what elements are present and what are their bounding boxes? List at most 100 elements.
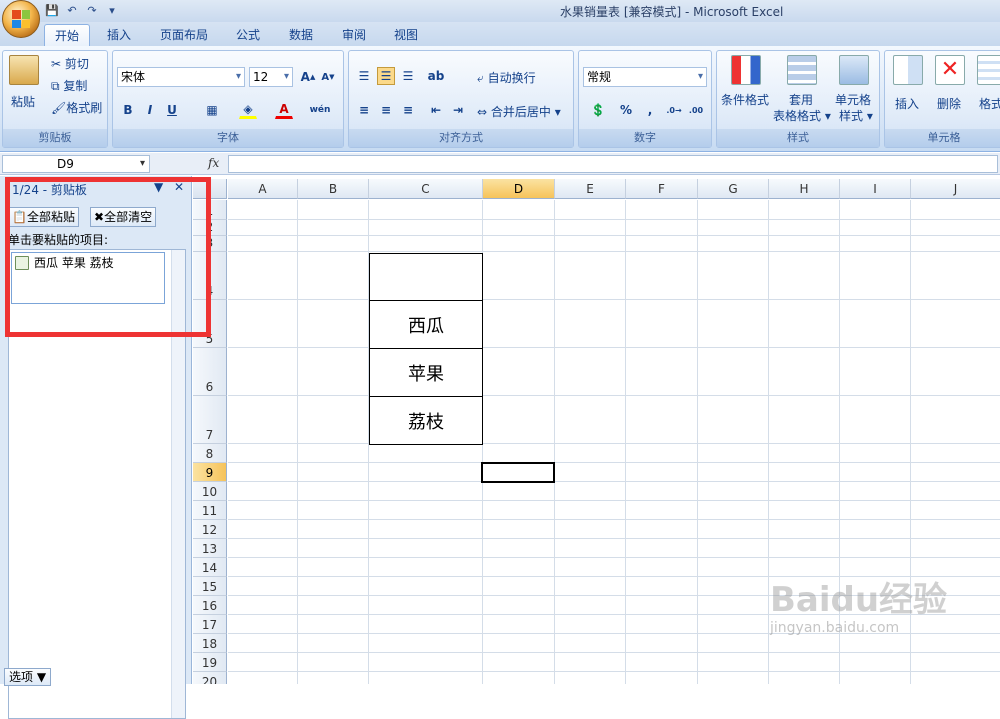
- column-header-E[interactable]: E: [555, 179, 626, 199]
- column-header-H[interactable]: H: [769, 179, 840, 199]
- tab-insert[interactable]: 插入: [97, 24, 141, 46]
- task-pane-scrollbar[interactable]: [171, 250, 185, 718]
- clear-all-button[interactable]: ✖全部清空: [90, 207, 157, 227]
- close-icon[interactable]: ✕: [174, 180, 184, 194]
- row-header-4[interactable]: 4: [193, 252, 227, 300]
- cell-styles-label-1[interactable]: 单元格: [835, 91, 871, 108]
- office-button[interactable]: [2, 0, 40, 38]
- align-right-icon[interactable]: ≡: [399, 101, 417, 119]
- grow-font-icon[interactable]: A ▲: [299, 68, 317, 86]
- cut-button[interactable]: ✂ 剪切: [51, 55, 89, 72]
- cell-styles-icon[interactable]: [839, 55, 869, 85]
- cell-C4[interactable]: [369, 253, 483, 301]
- table-format-label-1[interactable]: 套用: [789, 91, 813, 108]
- column-header-A[interactable]: A: [228, 179, 298, 199]
- paste-button[interactable]: 粘贴: [11, 93, 35, 110]
- column-header-C[interactable]: C: [369, 179, 483, 199]
- row-header-11[interactable]: 11: [193, 501, 227, 520]
- row-header-1[interactable]: 1: [193, 200, 227, 220]
- align-center-icon[interactable]: ≡: [377, 101, 395, 119]
- phonetic-icon[interactable]: wén: [310, 101, 331, 119]
- align-middle-icon[interactable]: ☰: [377, 67, 395, 85]
- save-icon[interactable]: 💾: [44, 4, 60, 18]
- copy-button[interactable]: ⧉ 复制: [51, 77, 87, 94]
- comma-button[interactable]: ,: [641, 101, 659, 119]
- name-box[interactable]: D9: [2, 155, 150, 173]
- cell-C5[interactable]: 西瓜: [369, 300, 483, 349]
- active-cell-D9[interactable]: [481, 462, 555, 483]
- cell-C6[interactable]: 苹果: [369, 348, 483, 397]
- orientation-icon[interactable]: ab: [427, 67, 445, 85]
- format-cells-icon[interactable]: [977, 55, 1000, 85]
- cell-styles-button[interactable]: 样式 ▾: [839, 107, 873, 124]
- font-color-icon[interactable]: A: [275, 101, 293, 119]
- tab-view[interactable]: 视图: [384, 24, 428, 46]
- italic-button[interactable]: I: [141, 101, 159, 119]
- tab-data[interactable]: 数据: [279, 24, 323, 46]
- number-format-select[interactable]: 常规: [583, 67, 707, 87]
- delete-cells-icon[interactable]: ✕: [935, 55, 965, 85]
- row-header-14[interactable]: 14: [193, 558, 227, 577]
- tab-home[interactable]: 开始: [44, 24, 91, 46]
- percent-button[interactable]: %: [617, 101, 635, 119]
- row-header-9[interactable]: 9: [193, 463, 227, 482]
- paste-all-button[interactable]: 📋全部粘贴: [8, 207, 79, 227]
- shrink-font-icon[interactable]: A ▼: [319, 68, 337, 86]
- column-header-I[interactable]: I: [840, 179, 911, 199]
- row-header-10[interactable]: 10: [193, 482, 227, 501]
- font-size-select[interactable]: 12: [249, 67, 293, 87]
- merge-center-button[interactable]: ⇔ 合并后居中 ▾: [477, 103, 561, 120]
- cell-C7[interactable]: 荔枝: [369, 396, 483, 445]
- fx-icon[interactable]: fx: [208, 156, 219, 170]
- underline-button[interactable]: U: [163, 101, 181, 119]
- undo-icon[interactable]: ↶: [64, 4, 80, 18]
- format-cells-button[interactable]: 格式: [979, 95, 1000, 112]
- row-header-17[interactable]: 17: [193, 615, 227, 634]
- formula-input[interactable]: [228, 155, 998, 173]
- paste-icon[interactable]: [9, 55, 39, 85]
- fill-color-icon[interactable]: ◈: [239, 101, 257, 119]
- task-pane-menu-icon[interactable]: ▼: [154, 180, 163, 194]
- bold-button[interactable]: B: [119, 101, 137, 119]
- tab-formulas[interactable]: 公式: [226, 24, 270, 46]
- clipboard-item[interactable]: 西瓜 苹果 荔枝: [11, 252, 165, 304]
- row-header-20[interactable]: 20: [193, 672, 227, 684]
- row-header-5[interactable]: 5: [193, 300, 227, 348]
- decrease-indent-icon[interactable]: ⇤: [427, 101, 445, 119]
- insert-cells-button[interactable]: 插入: [895, 95, 919, 112]
- wrap-text-button[interactable]: ⤶ 自动换行: [477, 69, 536, 86]
- font-name-select[interactable]: 宋体: [117, 67, 245, 87]
- row-header-3[interactable]: 3: [193, 236, 227, 252]
- row-header-19[interactable]: 19: [193, 653, 227, 672]
- column-header-J[interactable]: J: [911, 179, 1000, 199]
- row-header-13[interactable]: 13: [193, 539, 227, 558]
- column-header-B[interactable]: B: [298, 179, 369, 199]
- redo-icon[interactable]: ↷: [84, 4, 100, 18]
- row-header-6[interactable]: 6: [193, 348, 227, 396]
- decrease-decimal-icon[interactable]: .00: [687, 101, 705, 119]
- row-header-12[interactable]: 12: [193, 520, 227, 539]
- column-header-D[interactable]: D: [483, 179, 555, 199]
- conditional-format-button[interactable]: 条件格式: [721, 91, 769, 108]
- row-header-2[interactable]: 2: [193, 220, 227, 236]
- increase-decimal-icon[interactable]: .0→: [665, 101, 683, 119]
- column-header-G[interactable]: G: [698, 179, 769, 199]
- border-icon[interactable]: ▦: [203, 101, 221, 119]
- increase-indent-icon[interactable]: ⇥: [449, 101, 467, 119]
- row-header-18[interactable]: 18: [193, 634, 227, 653]
- row-header-7[interactable]: 7: [193, 396, 227, 444]
- options-button[interactable]: 选项 ▼: [4, 668, 52, 686]
- insert-cells-icon[interactable]: [893, 55, 923, 85]
- customize-qat-icon[interactable]: ▾: [104, 4, 120, 18]
- delete-cells-button[interactable]: 删除: [937, 95, 961, 112]
- table-format-button[interactable]: 表格格式 ▾: [773, 107, 831, 124]
- format-painter-button[interactable]: 🖌格式刷: [51, 99, 102, 116]
- tab-review[interactable]: 审阅: [332, 24, 376, 46]
- column-header-F[interactable]: F: [626, 179, 698, 199]
- row-header-16[interactable]: 16: [193, 596, 227, 615]
- row-header-8[interactable]: 8: [193, 444, 227, 463]
- select-all-corner[interactable]: [193, 179, 227, 199]
- conditional-format-icon[interactable]: [731, 55, 761, 85]
- align-left-icon[interactable]: ≡: [355, 101, 373, 119]
- table-format-icon[interactable]: [787, 55, 817, 85]
